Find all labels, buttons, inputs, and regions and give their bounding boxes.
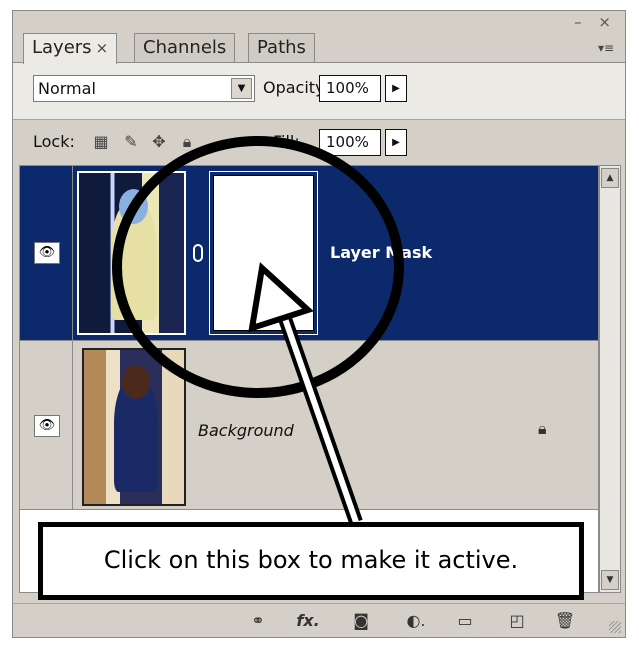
close-icon[interactable]: ×: [96, 39, 109, 57]
panel-tab-bar: – × ▾≡ Layers × Channels Paths: [13, 11, 625, 64]
window-controls[interactable]: – ×: [574, 13, 617, 31]
blend-mode-value: Normal: [38, 79, 96, 98]
bottom-toolbar: ⚭ fx. ◙ ◐. ▭ ◰ 🗑︎: [13, 603, 625, 637]
eye-icon[interactable]: 👁︎: [34, 242, 60, 264]
fill-slider-button[interactable]: ▶: [385, 129, 407, 156]
mask-link-icon[interactable]: [193, 244, 203, 262]
lock-icon: 🔒︎: [538, 419, 547, 438]
eye-icon[interactable]: 👁︎: [34, 415, 60, 437]
trash-icon[interactable]: 🗑︎: [553, 610, 577, 632]
layer-name[interactable]: Layer Mask: [330, 243, 432, 262]
lock-all-icon[interactable]: 🔒︎: [177, 132, 197, 152]
layer-thumbnail[interactable]: [77, 171, 186, 335]
annotation-callout: Click on this box to make it active.: [38, 522, 584, 600]
opacity-field[interactable]: 100%: [319, 75, 381, 102]
tab-layers[interactable]: Layers ×: [23, 33, 118, 64]
layer-list-scrollbar[interactable]: ▲ ▼: [599, 165, 621, 593]
new-group-icon[interactable]: ▭: [453, 610, 477, 632]
scroll-down-icon[interactable]: ▼: [601, 570, 619, 590]
fill-label: Fill:: [273, 132, 300, 151]
blend-mode-select[interactable]: Normal ▼: [33, 75, 255, 102]
tab-paths-label: Paths: [257, 37, 306, 58]
fx-icon[interactable]: fx.: [293, 610, 323, 632]
layer-row-layer-mask[interactable]: 👁︎ Layer Mask: [20, 166, 598, 340]
tab-paths[interactable]: Paths: [248, 33, 315, 63]
layer-mask-thumbnail[interactable]: [209, 171, 318, 335]
tab-channels-label: Channels: [143, 37, 227, 58]
layer-row-background[interactable]: 👁︎ Background 🔒︎: [20, 340, 598, 510]
visibility-column-divider: [72, 341, 73, 509]
new-layer-icon[interactable]: ◰: [505, 610, 529, 632]
chevron-down-icon[interactable]: ▼: [231, 78, 252, 99]
blend-row: Normal ▼ Opacity: 100% ▶: [13, 63, 625, 119]
background-thumbnail[interactable]: [82, 348, 186, 506]
visibility-column-divider: [72, 166, 73, 340]
lock-label: Lock:: [33, 132, 75, 151]
opacity-slider-button[interactable]: ▶: [385, 75, 407, 102]
link-layers-icon[interactable]: ⚭: [243, 610, 273, 632]
annotation-text: Click on this box to make it active.: [103, 546, 519, 574]
lock-row: Lock: ▦ ✎ ✥ 🔒︎ Fill: 100% ▶: [13, 119, 625, 165]
lock-image-brush-icon[interactable]: ✎: [121, 132, 141, 152]
tab-channels[interactable]: Channels: [134, 33, 236, 63]
scroll-up-icon[interactable]: ▲: [601, 168, 619, 188]
fill-field[interactable]: 100%: [319, 129, 381, 156]
lock-transparency-icon[interactable]: ▦: [91, 132, 111, 152]
lock-position-icon[interactable]: ✥: [149, 132, 169, 152]
mask-white-fill: [213, 175, 314, 331]
panel-menu-icon[interactable]: ▾≡: [595, 41, 617, 55]
adjustment-icon[interactable]: ◐.: [401, 610, 431, 632]
resize-grip[interactable]: [609, 621, 621, 633]
tab-layers-label: Layers: [32, 37, 92, 58]
add-mask-icon[interactable]: ◙: [349, 610, 373, 632]
layer-name[interactable]: Background: [198, 421, 294, 440]
